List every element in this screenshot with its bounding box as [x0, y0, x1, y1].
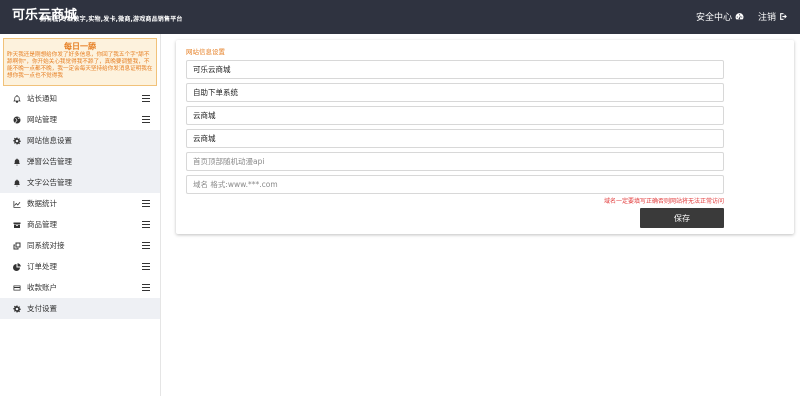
sidebar: 每日一舔 昨天我还是刚想给你发了好多信息，你回了我五个字"舔不舔啊你"，你开始关…: [0, 34, 161, 396]
sidebar-item-site-management[interactable]: 网站管理: [0, 109, 160, 130]
sidebar-menu: 站长通知 网站管理 网站信息设置 弹窗公告管理 文字公告管理 数据统计 商品管理: [0, 88, 160, 319]
pie-chart-icon: [12, 262, 21, 271]
site-info-panel: 网站信息设置 域名一定要填写正确否则网站将无法正常访问 保存: [176, 40, 794, 234]
top-bar: 可乐云商城 拥有低,专业数字,实物,发卡,微商,游戏商品销售平台 安全中心 注销: [0, 0, 800, 34]
save-button[interactable]: 保存: [640, 208, 724, 228]
box-icon: [12, 220, 21, 229]
notice-text: 昨天我还是刚想给你发了好多信息，你回了我五个字"舔不舔啊你"，你开始关心我觉得我…: [7, 52, 153, 79]
sign-out-icon: [780, 13, 787, 20]
top-nav: 安全中心 注销: [696, 10, 788, 23]
keywords-input[interactable]: [186, 106, 724, 125]
daily-notice-box: 每日一舔 昨天我还是刚想给你发了好多信息，你回了我五个字"舔不舔啊你"，你开始关…: [3, 38, 157, 86]
sidebar-item-system-docking[interactable]: 同系统对接: [0, 235, 160, 256]
hamburger-icon: [142, 221, 150, 228]
sidebar-item-label: 订单处理: [27, 262, 57, 271]
panel-title: 网站信息设置: [186, 48, 225, 56]
gear-icon: [12, 304, 21, 313]
sidebar-item-payment-settings[interactable]: 支付设置: [0, 298, 160, 319]
sidebar-item-label: 数据统计: [27, 199, 57, 208]
hamburger-icon: [142, 284, 150, 291]
sidebar-item-label: 支付设置: [27, 304, 57, 313]
globe-icon: [12, 115, 21, 124]
bell-icon: [12, 94, 21, 103]
notice-title: 每日一舔: [64, 42, 96, 51]
logout-link[interactable]: 注销: [758, 10, 788, 23]
hamburger-icon: [142, 116, 150, 123]
sidebar-item-label: 同系统对接: [27, 241, 65, 250]
sidebar-item-label: 网站信息设置: [27, 136, 72, 145]
gear-icon: [12, 136, 21, 145]
description-input[interactable]: [186, 129, 724, 148]
sidebar-item-label: 商品管理: [27, 220, 57, 229]
security-center-label: 安全中心: [695, 13, 732, 23]
brand-tagline: 拥有低,专业数字,实物,发卡,微商,游戏商品销售平台: [40, 16, 183, 23]
hamburger-icon: [142, 242, 150, 249]
bell-icon: [12, 157, 21, 166]
sidebar-item-statistics[interactable]: 数据统计: [0, 193, 160, 214]
sidebar-item-label: 网站管理: [27, 115, 57, 124]
site-name-input[interactable]: [186, 60, 724, 79]
sidebar-item-text-notice-management[interactable]: 文字公告管理: [0, 172, 160, 193]
credit-card-icon: [12, 283, 21, 292]
sidebar-item-popup-notice-management[interactable]: 弹窗公告管理: [0, 151, 160, 172]
clone-icon: [12, 241, 21, 250]
dashboard-icon: [735, 13, 744, 20]
hamburger-icon: [142, 200, 150, 207]
bell-icon: [12, 178, 21, 187]
sidebar-item-product-management[interactable]: 商品管理: [0, 214, 160, 235]
sidebar-item-label: 弹窗公告管理: [27, 157, 72, 166]
hamburger-icon: [142, 263, 150, 270]
hamburger-icon: [142, 95, 150, 102]
logout-label: 注销: [757, 13, 776, 23]
domain-warning-text: 域名一定要填写正确否则网站将无法正常访问: [603, 198, 724, 205]
sidebar-item-payment-accounts[interactable]: 收款账户: [0, 277, 160, 298]
sidebar-item-label: 文字公告管理: [27, 178, 72, 187]
sidebar-item-site-info-settings[interactable]: 网站信息设置: [0, 130, 160, 151]
site-subtitle-input[interactable]: [186, 83, 724, 102]
sidebar-item-label: 站长通知: [27, 94, 57, 103]
security-center-link[interactable]: 安全中心: [696, 10, 744, 23]
domain-input[interactable]: [186, 175, 724, 194]
line-chart-icon: [12, 199, 21, 208]
sidebar-item-order-processing[interactable]: 订单处理: [0, 256, 160, 277]
sidebar-item-label: 收款账户: [27, 283, 57, 292]
banner-api-input[interactable]: [186, 152, 724, 171]
sidebar-item-site-notice[interactable]: 站长通知: [0, 88, 160, 109]
